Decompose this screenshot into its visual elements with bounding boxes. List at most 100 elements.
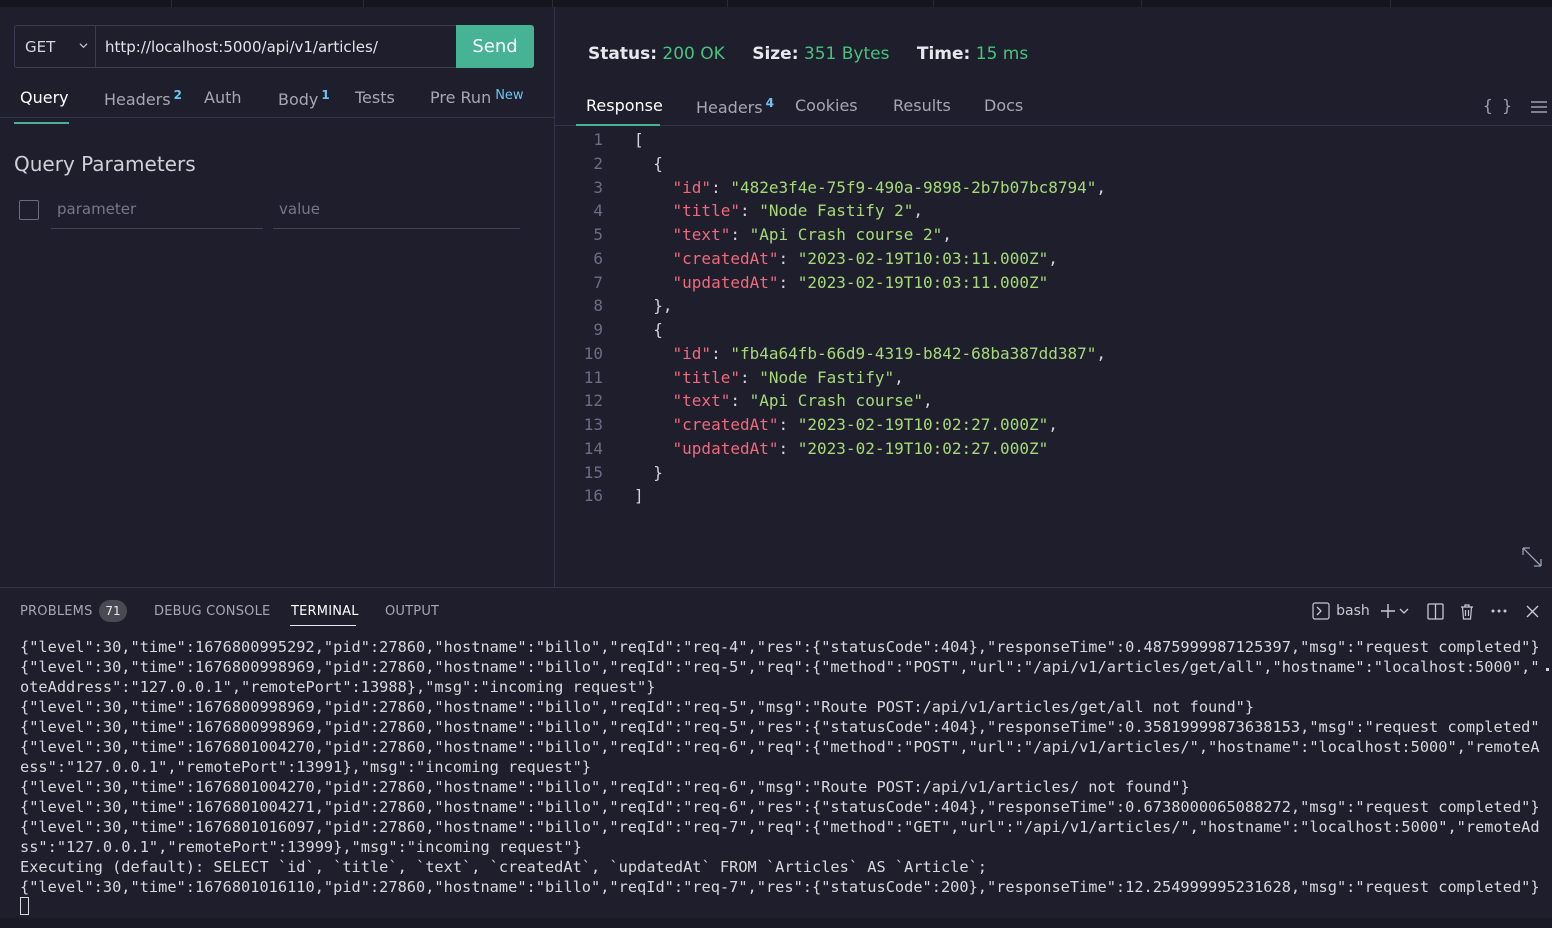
line-content: "text": "Api Crash course", xyxy=(634,389,933,413)
panel-tab-output[interactable]: OUTPUT xyxy=(385,604,439,619)
json-punctuation: , xyxy=(1096,343,1107,363)
tab-cookies[interactable]: Cookies xyxy=(795,96,858,115)
line-number: 3 xyxy=(593,177,603,197)
method-select[interactable]: GET xyxy=(14,25,96,68)
tab-count-badge: 4 xyxy=(765,96,774,110)
tab-label: Auth xyxy=(204,88,242,107)
terminal-line: {"level":30,"time":1676800998969,"pid":2… xyxy=(20,658,1540,676)
problems-count-badge: 71 xyxy=(99,600,127,622)
send-button[interactable]: Send xyxy=(456,25,534,68)
json-punctuation: ] xyxy=(634,486,644,506)
response-line: 12 "text": "Api Crash course", xyxy=(570,389,1530,413)
menu-icon[interactable] xyxy=(1530,100,1548,114)
response-line: 6 "createdAt": "2023-02-19T10:03:11.000Z… xyxy=(570,247,1530,271)
line-number: 13 xyxy=(583,415,603,434)
line-content: "title": "Node Fastify", xyxy=(634,366,904,390)
line-content: { xyxy=(634,152,663,176)
response-line: 7 "updatedAt": "2023-02-19T10:03:11.000Z… xyxy=(570,271,1530,295)
tab-response[interactable]: Response xyxy=(586,96,663,115)
tab-query[interactable]: Query xyxy=(20,88,69,107)
size-label: Size: xyxy=(752,44,799,64)
tab-label: Query xyxy=(20,88,69,107)
terminal-prompt-line xyxy=(20,897,1540,917)
more-actions-button[interactable] xyxy=(1489,600,1509,622)
response-body: 1[2 {3 "id": "482e3f4e-75f9-490a-9898-2b… xyxy=(570,128,1530,508)
url-input[interactable]: http://localhost:5000/api/v1/articles/ xyxy=(95,25,457,68)
json-key: "updatedAt" xyxy=(672,438,779,458)
tab-auth[interactable]: Auth xyxy=(204,88,242,107)
terminal-line: {"level":30,"time":1676801016110,"pid":2… xyxy=(20,878,1540,896)
json-punctuation: , xyxy=(894,367,904,387)
tab-response-headers[interactable]: Headers 4 xyxy=(696,96,774,117)
json-punctuation: [ xyxy=(634,130,644,149)
json-value: "2023-02-19T10:02:27.000Z" xyxy=(797,415,1049,434)
terminal-icon xyxy=(1312,602,1330,620)
line-number: 10 xyxy=(583,343,603,363)
status-label: Status: xyxy=(588,44,657,64)
panel-tab-problems[interactable]: PROBLEMS xyxy=(20,604,93,619)
tab-label: Response xyxy=(586,96,663,115)
line-number: 2 xyxy=(593,153,603,173)
url-text: http://localhost:5000/api/v1/articles/ xyxy=(105,37,378,56)
close-panel-button[interactable] xyxy=(1522,600,1542,622)
line-content: "id": "482e3f4e-75f9-490a-9898-2b7b07bc8… xyxy=(634,176,1106,200)
format-json-icon[interactable]: { } xyxy=(1483,96,1512,115)
json-value: "fb4a64fb-66d9-4319-b842-68ba387dd387" xyxy=(730,343,1097,363)
tab-label: Docs xyxy=(984,96,1024,115)
terminal-output[interactable]: {"level":30,"time":1676800995292,"pid":2… xyxy=(20,637,1540,917)
tab-docs[interactable]: Docs xyxy=(984,96,1023,115)
json-punctuation: , xyxy=(1096,177,1107,197)
json-punctuation: , xyxy=(913,201,923,221)
panel-tab-debug-console[interactable]: DEBUG CONSOLE xyxy=(154,604,270,619)
json-colon: : xyxy=(730,391,750,411)
kill-terminal-button[interactable] xyxy=(1457,600,1477,622)
expand-icon[interactable] xyxy=(1521,546,1543,568)
line-content: "createdAt": "2023-02-19T10:02:27.000Z", xyxy=(634,413,1058,437)
method-label: GET xyxy=(25,37,56,56)
line-content: "updatedAt": "2023-02-19T10:02:27.000Z" xyxy=(634,437,1049,461)
json-value: "Api Crash course" xyxy=(749,391,923,411)
response-line: 10 "id": "fb4a64fb-66d9-4319-b842-68ba38… xyxy=(570,342,1530,366)
terminal-line: {"level":30,"time":1676800995292,"pid":2… xyxy=(20,638,1540,656)
json-value: "Node Fastify 2" xyxy=(759,201,914,221)
json-value: "482e3f4e-75f9-490a-9898-2b7b07bc8794" xyxy=(730,177,1097,197)
split-terminal-button[interactable] xyxy=(1425,600,1445,622)
status-bar xyxy=(0,918,1552,928)
close-icon xyxy=(1526,605,1538,617)
json-value: "Api Crash course 2" xyxy=(749,225,943,244)
tab-results[interactable]: Results xyxy=(893,96,951,115)
terminal-shell-selector[interactable]: bash xyxy=(1310,600,1372,622)
response-line: 13 "createdAt": "2023-02-19T10:02:27.000… xyxy=(570,413,1530,437)
tab-tests[interactable]: Tests xyxy=(355,88,395,107)
time-label: Time: xyxy=(916,44,971,64)
json-value: "2023-02-19T10:02:27.000Z" xyxy=(797,438,1049,458)
json-key: "updatedAt" xyxy=(672,272,779,292)
tab-pre-run[interactable]: Pre Run New xyxy=(430,88,524,107)
response-line: 15 } xyxy=(570,461,1530,485)
json-punctuation: , xyxy=(942,225,952,244)
tab-body[interactable]: Body 1 xyxy=(278,88,330,109)
new-tag: New xyxy=(495,88,524,103)
line-number: 11 xyxy=(583,367,603,387)
response-line: 3 "id": "482e3f4e-75f9-490a-9898-2b7b07b… xyxy=(570,176,1530,200)
new-terminal-button[interactable] xyxy=(1376,600,1412,622)
param-value-input[interactable]: value xyxy=(273,200,520,229)
response-line: 1[ xyxy=(570,128,1530,152)
line-content: "title": "Node Fastify 2", xyxy=(634,199,923,223)
tab-headers[interactable]: Headers 2 xyxy=(104,88,182,109)
scroll-marker xyxy=(1546,668,1549,671)
response-line: 2 { xyxy=(570,152,1530,176)
tab-label: Results xyxy=(893,96,951,115)
shell-name: bash xyxy=(1336,603,1370,619)
json-punctuation: }, xyxy=(653,296,673,316)
terminal-line: {"level":30,"time":1676801016097,"pid":2… xyxy=(20,818,1540,836)
param-checkbox[interactable] xyxy=(19,200,39,220)
param-name-input[interactable]: parameter xyxy=(51,200,263,229)
response-meta: Status: 200 OK Size: 351 Bytes Time: 15 … xyxy=(588,44,1050,64)
line-number: 9 xyxy=(593,320,603,339)
panel-tab-terminal[interactable]: TERMINAL xyxy=(291,604,359,619)
json-colon: : xyxy=(778,272,798,292)
